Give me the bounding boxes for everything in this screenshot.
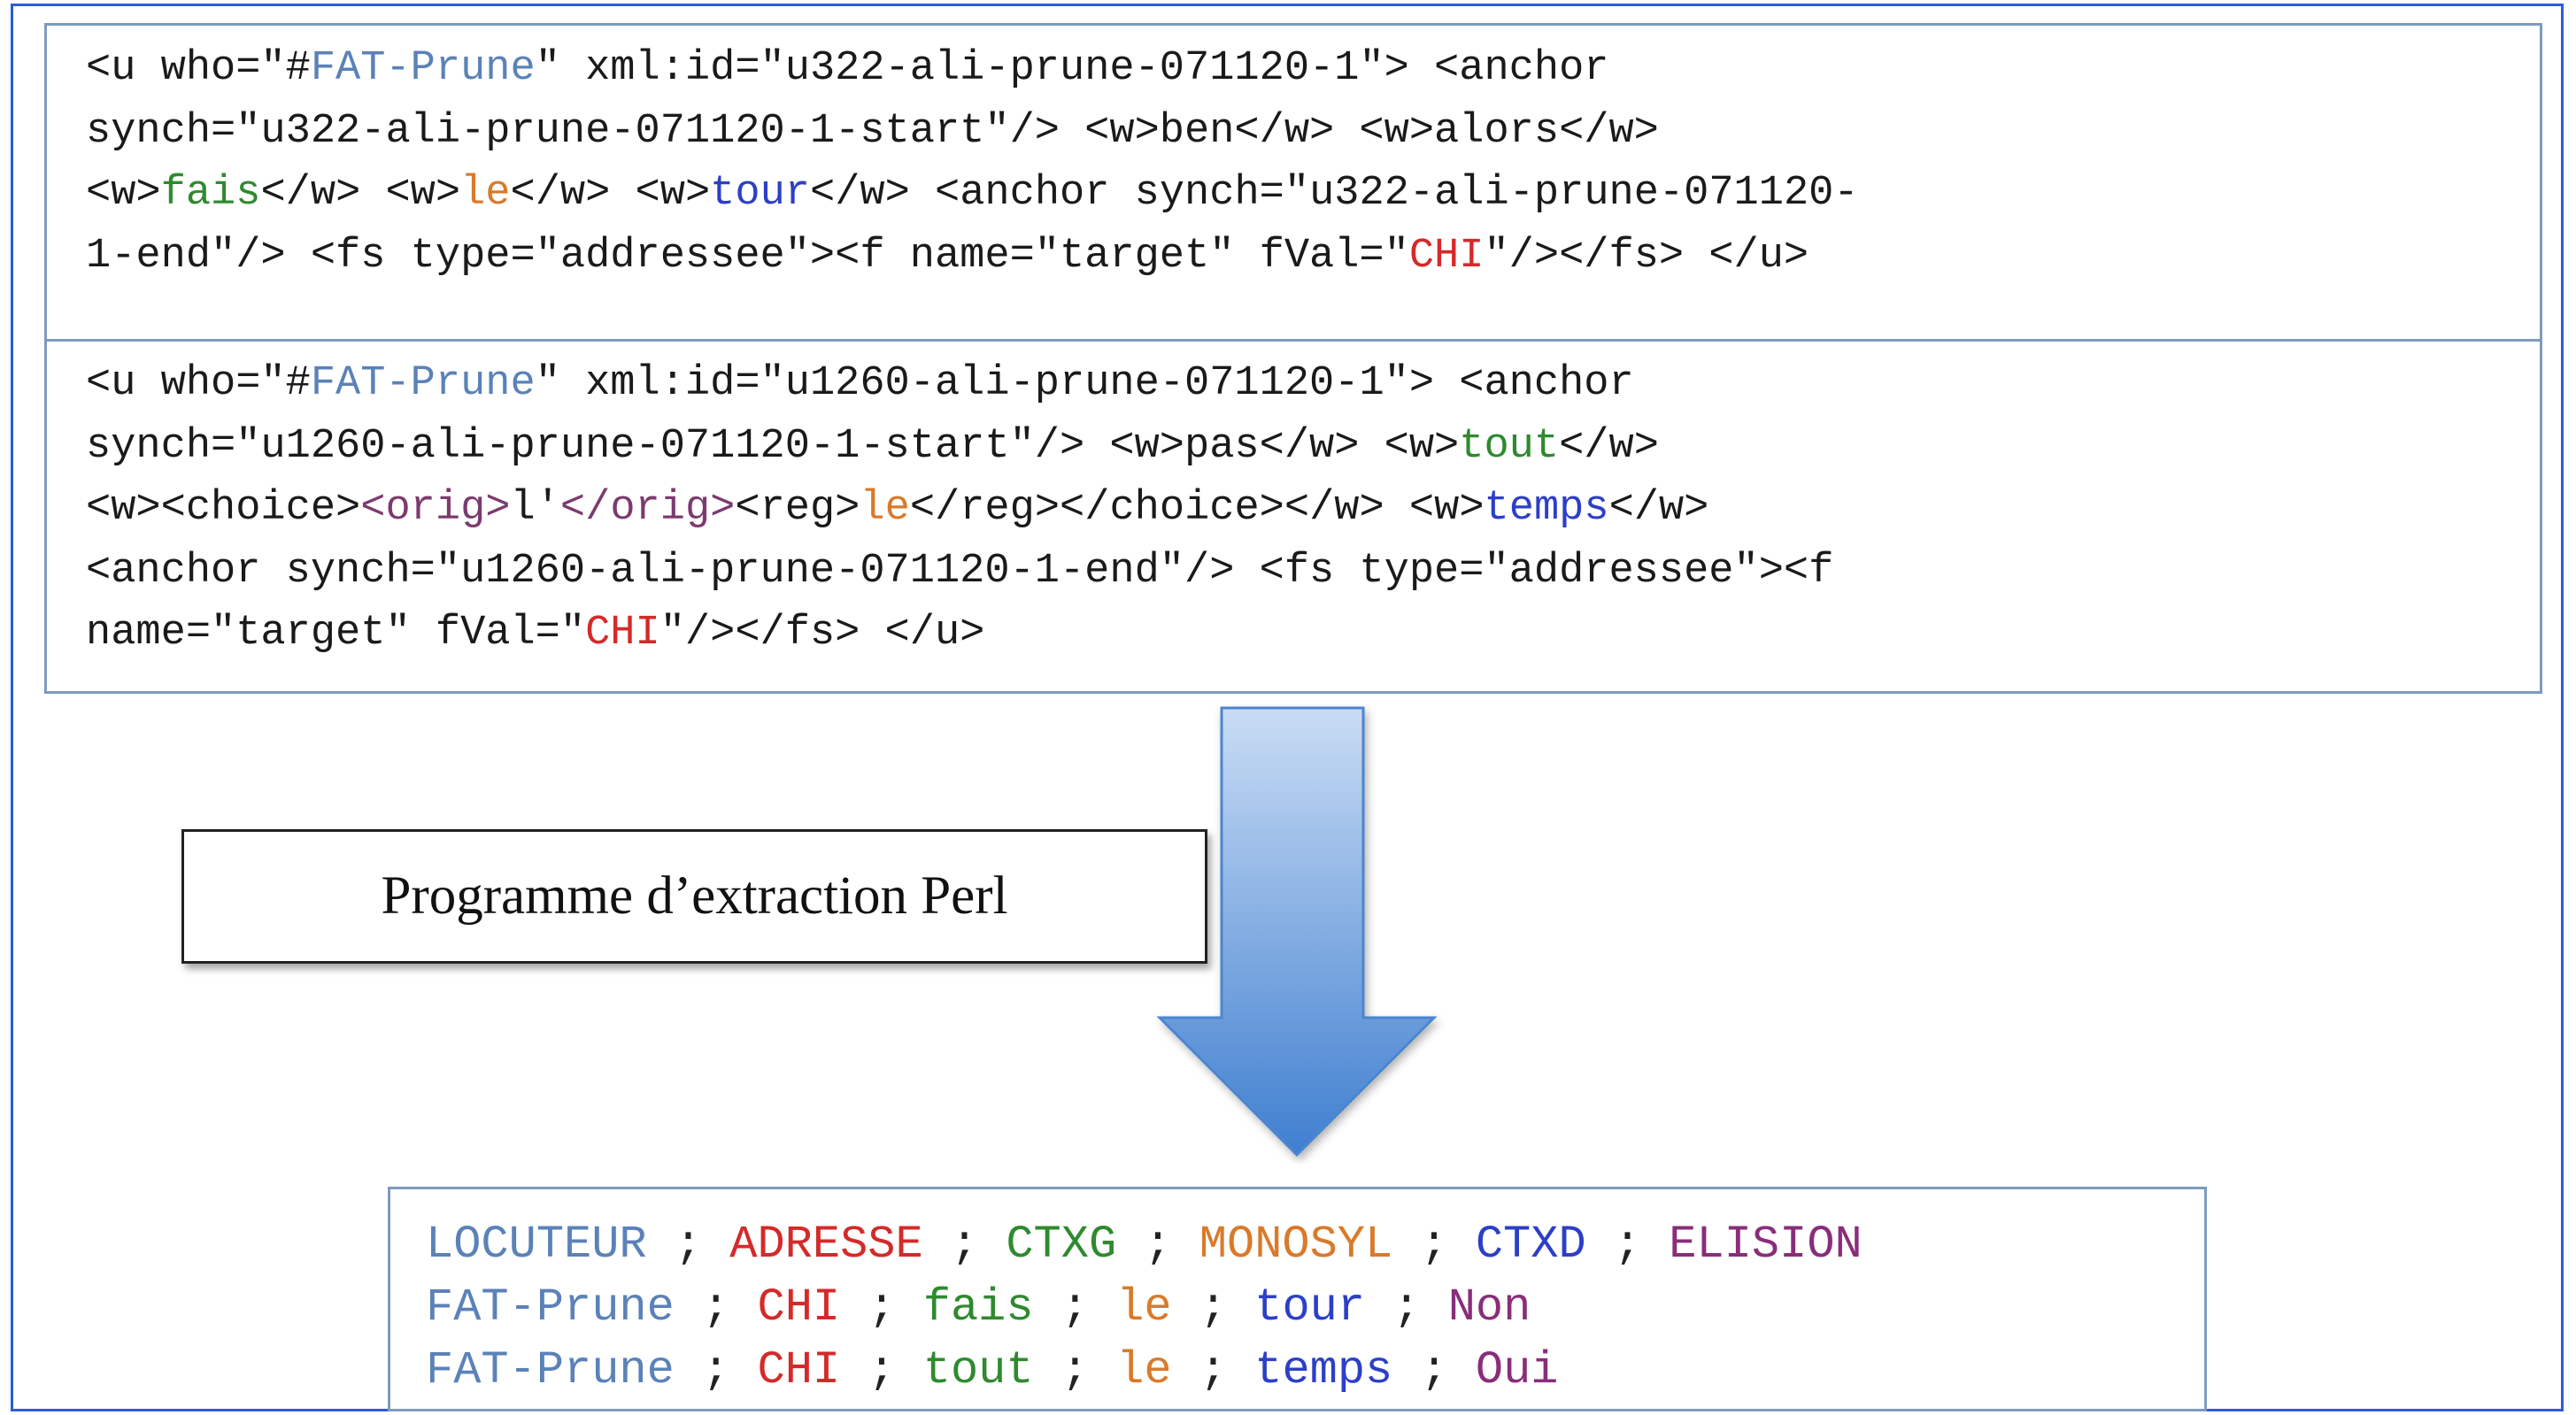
xml-line: <anchor synch="u1260-ali-prune-071120-1-… xyxy=(86,541,1833,604)
code-text: </w> <w> xyxy=(260,170,461,217)
separator: ; xyxy=(1171,1281,1255,1334)
xml-line: synch="u1260-ali-prune-071120-1-start"/>… xyxy=(86,416,1833,479)
cell-adresse: CHI xyxy=(757,1281,841,1334)
code-text: <reg> xyxy=(735,485,860,532)
output-header: LOCUTEUR ; ADRESSE ; CTXG ; MONOSYL ; CT… xyxy=(426,1213,1863,1276)
cell-locuteur: FAT-Prune xyxy=(426,1344,675,1396)
code-text: synch="u322-ali-prune-071120-1-start"/> … xyxy=(86,107,1659,155)
orig-tag: </orig> xyxy=(559,485,736,532)
xml-line: <u who="#FAT-Prune" xml:id="u322-ali-pru… xyxy=(86,38,1859,101)
code-text: </w> <w> xyxy=(510,170,711,217)
speaker-value: FAT-Prune xyxy=(310,45,536,92)
cell-adresse: ADRESSE xyxy=(729,1219,923,1271)
cell-monosyl: le xyxy=(1116,1281,1172,1334)
code-text: <u who="# xyxy=(86,360,311,407)
xml-line: <w>fais</w> <w>le</w> <w>tour</w> <ancho… xyxy=(86,163,1859,226)
cell-ctxd: temps xyxy=(1254,1344,1393,1396)
separator: ; xyxy=(1171,1344,1255,1396)
cell-ctxg: CTXG xyxy=(1006,1219,1117,1271)
left-context-word: tout xyxy=(1459,422,1560,470)
cell-adresse: CHI xyxy=(757,1344,841,1396)
separator: ; xyxy=(1033,1344,1117,1396)
separator: ; xyxy=(646,1219,730,1271)
output-row: FAT-Prune ; CHI ; tout ; le ; temps ; Ou… xyxy=(426,1339,1863,1402)
separator: ; xyxy=(674,1281,758,1334)
separator: ; xyxy=(1392,1219,1476,1271)
code-text: <w> xyxy=(86,170,161,217)
xml-utterance-2: <u who="#FAT-Prune" xml:id="u1260-ali-pr… xyxy=(86,353,1833,665)
output-table: LOCUTEUR ; ADRESSE ; CTXG ; MONOSYL ; CT… xyxy=(426,1213,1863,1402)
orig-tag: <orig> xyxy=(360,485,511,532)
right-context-word: tour xyxy=(710,170,810,217)
cell-monosyl: MONOSYL xyxy=(1199,1219,1393,1271)
code-text: <w><choice> xyxy=(86,485,361,532)
monosyllable-word: le xyxy=(860,485,910,532)
code-text: "/></fs> </u> xyxy=(659,610,985,657)
code-text: " xml:id="u322-ali-prune-071120-1"> <anc… xyxy=(535,45,1609,92)
cell-ctxg: tout xyxy=(922,1344,1034,1396)
separator: ; xyxy=(840,1344,923,1396)
xml-line: <w><choice><orig>l'</orig><reg>le</reg><… xyxy=(86,478,1833,541)
code-text: </reg></choice></w> <w> xyxy=(909,485,1485,532)
separator: ; xyxy=(1392,1344,1476,1396)
right-context-word: temps xyxy=(1484,485,1609,532)
cell-monosyl: le xyxy=(1116,1344,1172,1396)
separator: ; xyxy=(1116,1219,1199,1271)
xml-line: synch="u322-ali-prune-071120-1-start"/> … xyxy=(86,101,1859,164)
code-text: synch="u1260-ali-prune-071120-1-start"/>… xyxy=(86,422,1460,470)
perl-extraction-label: Programme d’extraction Perl xyxy=(181,829,1207,964)
xml-line: 1-end"/> <fs type="addressee"><f name="t… xyxy=(86,226,1859,288)
addressee-value: CHI xyxy=(1408,232,1485,280)
monosyllable-word: le xyxy=(460,170,511,217)
cell-ctxd: tour xyxy=(1254,1281,1366,1334)
process-label-text: Programme d’extraction Perl xyxy=(381,866,1008,926)
xml-divider xyxy=(47,339,2540,342)
output-csv-box: LOCUTEUR ; ADRESSE ; CTXG ; MONOSYL ; CT… xyxy=(388,1187,2207,1411)
code-text: "/></fs> </u> xyxy=(1484,232,1809,280)
cell-elision: Non xyxy=(1447,1281,1531,1334)
code-text: name="target" fVal=" xyxy=(86,610,586,657)
code-text: <u who="# xyxy=(86,45,311,92)
separator: ; xyxy=(840,1281,923,1334)
separator: ; xyxy=(674,1344,758,1396)
code-text: </w> xyxy=(1608,485,1709,532)
output-row: FAT-Prune ; CHI ; fais ; le ; tour ; Non xyxy=(426,1276,1863,1339)
cell-elision: Oui xyxy=(1475,1344,1559,1396)
cell-locuteur: FAT-Prune xyxy=(426,1281,675,1334)
code-text: </w> <anchor synch="u322-ali-prune-07112… xyxy=(809,170,1859,217)
code-text: 1-end"/> <fs type="addressee"><f name="t… xyxy=(86,232,1409,280)
xml-line: name="target" fVal="CHI"/></fs> </u> xyxy=(86,603,1833,665)
xml-input-box: <u who="#FAT-Prune" xml:id="u322-ali-pru… xyxy=(44,23,2542,694)
separator: ; xyxy=(1365,1281,1448,1334)
separator: ; xyxy=(1585,1219,1670,1271)
cell-ctxg: fais xyxy=(922,1281,1034,1334)
elided-form: l' xyxy=(510,485,560,532)
separator: ; xyxy=(922,1219,1006,1271)
code-text: </w> xyxy=(1559,422,1659,470)
code-text: <anchor synch="u1260-ali-prune-071120-1-… xyxy=(86,547,1834,595)
speaker-value: FAT-Prune xyxy=(310,360,536,407)
cell-elision: ELISION xyxy=(1669,1219,1863,1271)
xml-line: <u who="#FAT-Prune" xml:id="u1260-ali-pr… xyxy=(86,353,1833,416)
cell-ctxd: CTXD xyxy=(1475,1219,1586,1271)
code-text: " xml:id="u1260-ali-prune-071120-1"> <an… xyxy=(535,360,1634,407)
left-context-word: fais xyxy=(160,170,261,217)
xml-utterance-1: <u who="#FAT-Prune" xml:id="u322-ali-pru… xyxy=(86,38,1859,288)
cell-locuteur: LOCUTEUR xyxy=(426,1219,647,1271)
separator: ; xyxy=(1033,1281,1117,1334)
addressee-value: CHI xyxy=(585,610,660,657)
